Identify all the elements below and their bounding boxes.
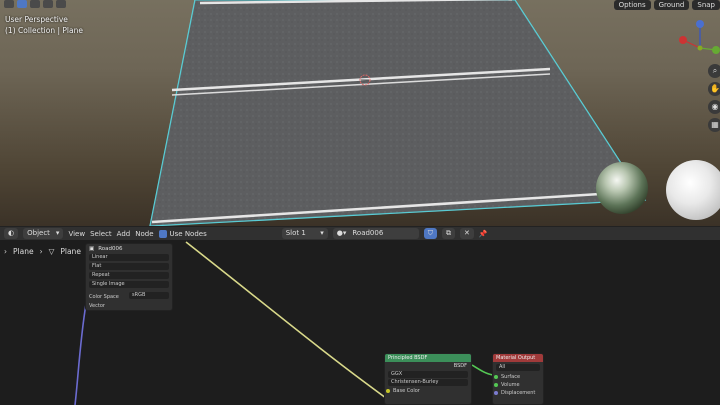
output-node-title: Material Output (493, 354, 543, 362)
slot-dropdown[interactable]: Slot 1 ▾ (281, 228, 328, 239)
output-target-field[interactable]: All (496, 364, 540, 371)
grid-icon[interactable]: ▦ (708, 118, 720, 132)
base-color-label: Base Color (393, 388, 420, 394)
breadcrumb: › Plane › ▽ Plane (0, 244, 81, 258)
volume-label: Volume (501, 382, 520, 388)
pan-icon[interactable]: ✋ (708, 82, 720, 96)
menu-node[interactable]: Node (135, 228, 153, 240)
interpolation-field[interactable]: Linear (89, 254, 169, 261)
view-name: User Perspective (5, 15, 68, 24)
image-name: Road006 (98, 246, 123, 252)
select-subtract-icon[interactable] (43, 0, 53, 8)
material-output-node[interactable]: Material Output All Surface Volume Displ… (492, 353, 544, 405)
select-extend-icon[interactable] (30, 0, 40, 8)
surface-label: Surface (501, 374, 521, 380)
editor-type-dropdown[interactable]: ◐ (4, 228, 19, 239)
menu-select[interactable]: Select (90, 228, 112, 240)
distribution-field[interactable]: GGX (388, 371, 468, 378)
material-preview-sphere (666, 160, 720, 220)
image-node-header: ▣ Road006 (89, 246, 169, 252)
hdri-preview-sphere (596, 162, 648, 214)
3d-viewport[interactable]: User Perspective (1) Collection | Plane … (0, 0, 720, 226)
material-selector[interactable]: ●▾ Road006 (332, 228, 419, 239)
color-space-field[interactable]: sRGB (129, 292, 169, 299)
socket-dot (494, 391, 498, 395)
chevron-down-icon: ▾ (55, 229, 60, 237)
zoom-icon[interactable]: ⌕ (708, 64, 720, 78)
socket-dot (494, 375, 498, 379)
select-mode-icon[interactable] (4, 0, 14, 8)
displacement-socket[interactable]: Displacement (493, 389, 543, 397)
options-button[interactable]: Options (613, 0, 651, 10)
source-field[interactable]: Single Image (89, 281, 169, 288)
collection-label: (1) Collection | Plane (5, 26, 83, 35)
material-sphere-icon: ●▾ (336, 229, 347, 237)
viewport-header-right: Options Ground Snap (613, 0, 720, 10)
bsdf-node-title: Principled BSDF (385, 354, 471, 362)
principled-bsdf-node[interactable]: Principled BSDF BSDF GGX Christensen-Bur… (384, 353, 472, 405)
camera-icon[interactable]: ◉ (708, 100, 720, 114)
socket-dot (386, 389, 390, 393)
chevron-right-icon: › (4, 246, 7, 256)
duplicate-material-icon[interactable]: ⧉ (441, 228, 455, 239)
unlink-material-icon[interactable]: ✕ (459, 228, 474, 239)
displacement-label: Displacement (501, 390, 536, 396)
material-name: Road006 (352, 229, 384, 237)
viewport-toolbar (4, 0, 66, 8)
image-icon: ▣ (89, 246, 95, 252)
navigation-buttons: ⌕ ✋ ◉ ▦ (708, 64, 720, 132)
use-nodes-toggle[interactable]: Use Nodes (158, 228, 207, 240)
image-texture-node[interactable]: ▣ Road006 Linear Flat Repeat Single Imag… (85, 243, 173, 311)
socket-dot (494, 383, 498, 387)
breadcrumb-object[interactable]: Plane (13, 247, 34, 256)
object-mode-dropdown[interactable]: Object ▾ (23, 228, 64, 239)
node-editor-header: ◐ Object ▾ View Select Add Node Use Nodes… (0, 226, 720, 240)
breadcrumb-mesh[interactable]: Plane (60, 247, 81, 256)
checkbox-icon (158, 229, 167, 238)
projection-field[interactable]: Flat (89, 263, 169, 270)
bsdf-output-label: BSDF (453, 363, 467, 369)
slot-label: Slot 1 (285, 229, 306, 237)
menu-view[interactable]: View (68, 228, 85, 240)
pin-icon[interactable]: 📌 (479, 228, 488, 240)
chevron-right-icon: › (39, 246, 43, 256)
fake-user-icon[interactable]: ⛉ (423, 228, 437, 239)
mesh-icon: ▽ (48, 246, 55, 256)
color-space-label: Color Space (89, 293, 119, 300)
menu-add[interactable]: Add (117, 228, 131, 240)
vector-socket-label: Vector (89, 303, 105, 309)
base-color-socket[interactable]: Base Color (385, 387, 471, 395)
ground-button[interactable]: Ground (653, 0, 690, 10)
subsurface-method-field[interactable]: Christensen-Burley (388, 379, 468, 386)
node-editor-icon: ◐ (8, 229, 15, 237)
extension-field[interactable]: Repeat (89, 272, 169, 279)
snap-button[interactable]: Snap (692, 0, 720, 10)
chevron-down-icon: ▾ (320, 229, 324, 237)
select-intersect-icon[interactable] (56, 0, 66, 8)
use-nodes-label: Use Nodes (169, 229, 207, 238)
select-box-icon[interactable] (17, 0, 27, 8)
surface-socket[interactable]: Surface (493, 373, 543, 381)
object-mode-label: Object (27, 229, 50, 237)
volume-socket[interactable]: Volume (493, 381, 543, 389)
